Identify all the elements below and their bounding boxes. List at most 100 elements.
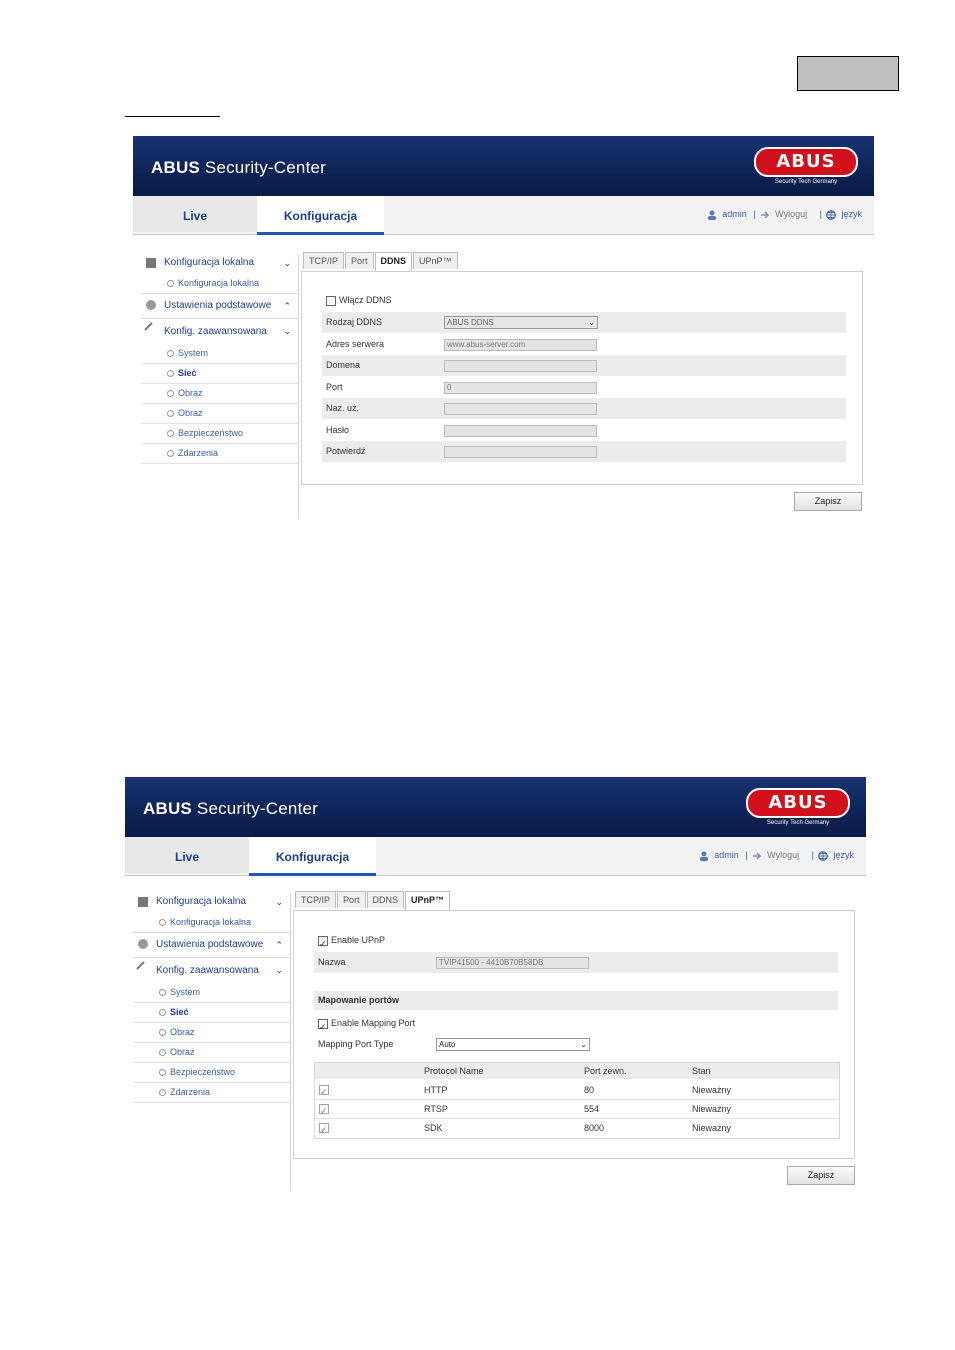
abus-logo: ABUS Security Tech Germany <box>754 147 858 191</box>
ddns-type-select[interactable]: ABUS DDNS ⌄ <box>444 316 598 329</box>
ddns-domain-row: Domena <box>322 355 846 376</box>
user-icon <box>708 210 717 220</box>
save-button[interactable]: Zapisz <box>794 492 862 511</box>
tab-ddns[interactable]: DDNS <box>366 891 405 908</box>
sidebar-advanced-config[interactable]: Konfig. zaawansowana ⌄ <box>141 319 299 344</box>
nav-user-area: admin | Wyloguj | język <box>707 209 864 220</box>
ddns-password-field[interactable] <box>444 425 597 437</box>
network-tabs: TCP/IP Port DDNS UPnP™ <box>303 252 459 271</box>
upnp-enable-row: Enable UPnP <box>314 930 838 955</box>
globe-icon <box>826 209 837 220</box>
sidebar-item-siec[interactable]: Sieć <box>141 364 299 384</box>
sidebar-advanced-config[interactable]: Konfig. zaawansowana ⌄ <box>133 958 291 983</box>
logout-link[interactable]: Wyloguj <box>775 209 807 219</box>
sidebar-item-events[interactable]: Zdarzenia <box>133 1083 291 1103</box>
tab-port[interactable]: Port <box>337 891 366 908</box>
user-link[interactable]: admin <box>714 850 739 860</box>
main-nav: Live Konfiguracja admin | Wyloguj | języ… <box>133 196 874 235</box>
chevron-up-icon: ⌃ <box>283 301 291 311</box>
tab-tcpip[interactable]: TCP/IP <box>295 891 337 908</box>
upnp-name-field[interactable]: TVIP41500 - 4410B70B58DB <box>436 957 589 969</box>
ddns-type-label: Rodzaj DDNS <box>326 317 383 327</box>
chevron-down-icon: ⌄ <box>588 318 595 327</box>
sidebar-basic-settings[interactable]: Ustawienia podstawowe ⌃ <box>141 294 299 319</box>
sidebar-item-local-config[interactable]: Konfiguracja lokalna <box>141 274 299 294</box>
network-tabs: TCP/IP Port DDNS UPnP™ <box>295 891 451 910</box>
sidebar: Konfiguracja lokalna ⌄ Konfiguracja lokal… <box>133 891 291 1103</box>
ddns-server-field[interactable]: www.abus-server.com <box>444 339 597 351</box>
wrench-icon <box>144 322 160 338</box>
nav-live-tab[interactable]: Live <box>133 196 257 232</box>
nav-live-tab[interactable]: Live <box>125 837 249 873</box>
mapping-enable-checkbox[interactable] <box>318 1017 328 1038</box>
mapping-type-label: Mapping Port Type <box>318 1039 394 1049</box>
mapping-enable-row: Enable Mapping Port <box>314 1013 838 1038</box>
sidebar: Konfiguracja lokalna ⌄ Konfiguracja lokal… <box>141 252 299 464</box>
gear-icon <box>138 939 148 949</box>
ddns-enable-checkbox[interactable] <box>326 295 336 306</box>
sidebar-item-obraz-2[interactable]: Obraz <box>141 404 299 424</box>
nav-user-area: admin | Wyloguj | język <box>699 850 856 861</box>
logout-link[interactable]: Wyloguj <box>767 850 799 860</box>
language-link[interactable]: język <box>833 850 854 860</box>
port-table-header: Protocol Name Port zewn. Stan <box>315 1063 839 1079</box>
sidebar-item-obraz-2[interactable]: Obraz <box>133 1043 291 1063</box>
save-button[interactable]: Zapisz <box>787 1166 855 1185</box>
ddns-enable-row: Włącz DDNS <box>322 290 846 311</box>
ddns-password-label: Hasło <box>326 425 350 435</box>
ddns-type-row: Rodzaj DDNS ABUS DDNS ⌄ <box>322 312 846 333</box>
ddns-port-row: Port 0 <box>322 377 846 398</box>
ddns-user-field[interactable] <box>444 403 597 415</box>
main-nav: Live Konfiguracja admin | Wyloguj | języ… <box>125 837 866 876</box>
ddns-confirm-row: Potwierdź <box>322 441 846 462</box>
header-banner: ABUS Security-Center ABUS Security Tech … <box>125 777 866 837</box>
nav-konfiguracja-tab[interactable]: Konfiguracja <box>249 837 376 876</box>
col-port: Port zewn. <box>584 1066 627 1076</box>
sidebar-local-config[interactable]: Konfiguracja lokalna ⌄ <box>141 252 299 274</box>
row-checkbox[interactable] <box>319 1083 329 1101</box>
col-protocol: Protocol Name <box>424 1066 484 1076</box>
sidebar-item-security[interactable]: Bezpieczeństwo <box>141 424 299 444</box>
ddns-port-field[interactable]: 0 <box>444 382 597 394</box>
sidebar-item-system[interactable]: System <box>133 983 291 1003</box>
screenshot-upnp: ABUS Security-Center ABUS Security Tech … <box>125 777 866 1197</box>
upnp-name-row: Nazwa TVIP41500 - 4410B70B58DB <box>314 952 838 973</box>
app-title: ABUS Security-Center <box>143 799 319 818</box>
sidebar-item-events[interactable]: Zdarzenia <box>141 444 299 464</box>
ddns-port-label: Port <box>326 382 343 392</box>
mapping-type-select[interactable]: Auto ⌄ <box>436 1038 590 1051</box>
sidebar-item-obraz[interactable]: Obraz <box>133 1023 291 1043</box>
nav-konfiguracja-tab[interactable]: Konfiguracja <box>257 196 384 235</box>
chevron-down-icon: ⌄ <box>580 1040 587 1049</box>
upnp-panel: Enable UPnP Nazwa TVIP41500 - 4410B70B58… <box>293 910 855 1159</box>
tab-upnp[interactable]: UPnP™ <box>405 891 451 910</box>
sidebar-basic-settings[interactable]: Ustawienia podstawowe ⌃ <box>133 933 291 958</box>
tab-port[interactable]: Port <box>345 252 374 269</box>
ddns-domain-field[interactable] <box>444 360 597 372</box>
upnp-enable-checkbox[interactable] <box>318 934 328 955</box>
mapping-type-row: Mapping Port Type Auto ⌄ <box>314 1034 838 1055</box>
sidebar-divider <box>290 893 291 1191</box>
chevron-down-icon: ⌄ <box>275 965 283 975</box>
ddns-confirm-field[interactable] <box>444 446 597 458</box>
sidebar-item-obraz[interactable]: Obraz <box>141 384 299 404</box>
user-icon <box>700 851 709 861</box>
sidebar-item-siec[interactable]: Sieć <box>133 1003 291 1023</box>
row-checkbox[interactable] <box>319 1102 329 1120</box>
chevron-down-icon: ⌄ <box>275 897 283 907</box>
wrench-icon <box>136 961 152 977</box>
user-link[interactable]: admin <box>722 209 747 219</box>
ddns-domain-label: Domena <box>326 360 361 370</box>
sidebar-divider <box>298 254 299 519</box>
tab-ddns[interactable]: DDNS <box>374 252 413 271</box>
row-checkbox[interactable] <box>319 1121 329 1139</box>
sidebar-item-system[interactable]: System <box>141 344 299 364</box>
sidebar-item-security[interactable]: Bezpieczeństwo <box>133 1063 291 1083</box>
logout-icon <box>761 211 770 219</box>
tab-tcpip[interactable]: TCP/IP <box>303 252 345 269</box>
monitor-icon <box>146 258 156 268</box>
tab-upnp[interactable]: UPnP™ <box>413 252 458 269</box>
language-link[interactable]: język <box>841 209 862 219</box>
sidebar-item-local-config[interactable]: Konfiguracja lokalna <box>133 913 291 933</box>
sidebar-local-config[interactable]: Konfiguracja lokalna ⌄ <box>133 891 291 913</box>
